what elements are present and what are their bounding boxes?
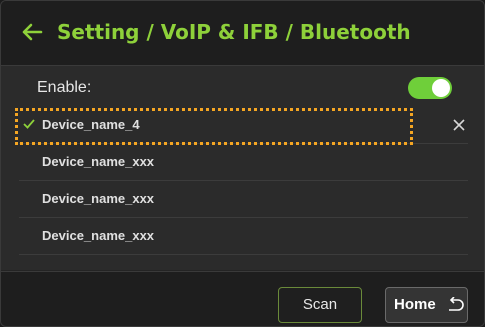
device-item[interactable]: Device_name_xxx (19, 144, 468, 181)
page-title: Setting / VoIP & IFB / Bluetooth (57, 20, 411, 44)
device-name: Device_name_xxx (42, 191, 155, 206)
content-area: Enable: Device_name_4 Device_name_xxx De… (1, 66, 484, 270)
checkmark-icon (23, 119, 35, 129)
device-list: Device_name_4 Device_name_xxx Device_nam… (15, 107, 468, 255)
home-button[interactable]: Home (385, 287, 468, 323)
device-name: Device_name_xxx (42, 154, 155, 169)
enable-label: Enable: (37, 79, 92, 96)
arrow-left-icon[interactable] (21, 21, 43, 43)
footer-bar: Scan Home (1, 271, 484, 326)
device-item[interactable]: Device_name_xxx (19, 181, 468, 218)
home-button-label: Home (394, 296, 436, 313)
device-name: Device_name_4 (42, 117, 140, 132)
bluetooth-settings-panel: Setting / VoIP & IFB / Bluetooth Enable:… (0, 0, 485, 327)
device-item[interactable]: Device_name_xxx (19, 218, 468, 255)
enable-toggle[interactable] (408, 77, 452, 99)
close-icon[interactable] (453, 119, 465, 131)
scan-button[interactable]: Scan (278, 287, 362, 323)
header-bar: Setting / VoIP & IFB / Bluetooth (1, 1, 484, 66)
toggle-knob (432, 79, 450, 97)
return-icon (449, 297, 464, 311)
device-name: Device_name_xxx (42, 228, 155, 243)
device-item[interactable]: Device_name_4 (15, 107, 468, 145)
